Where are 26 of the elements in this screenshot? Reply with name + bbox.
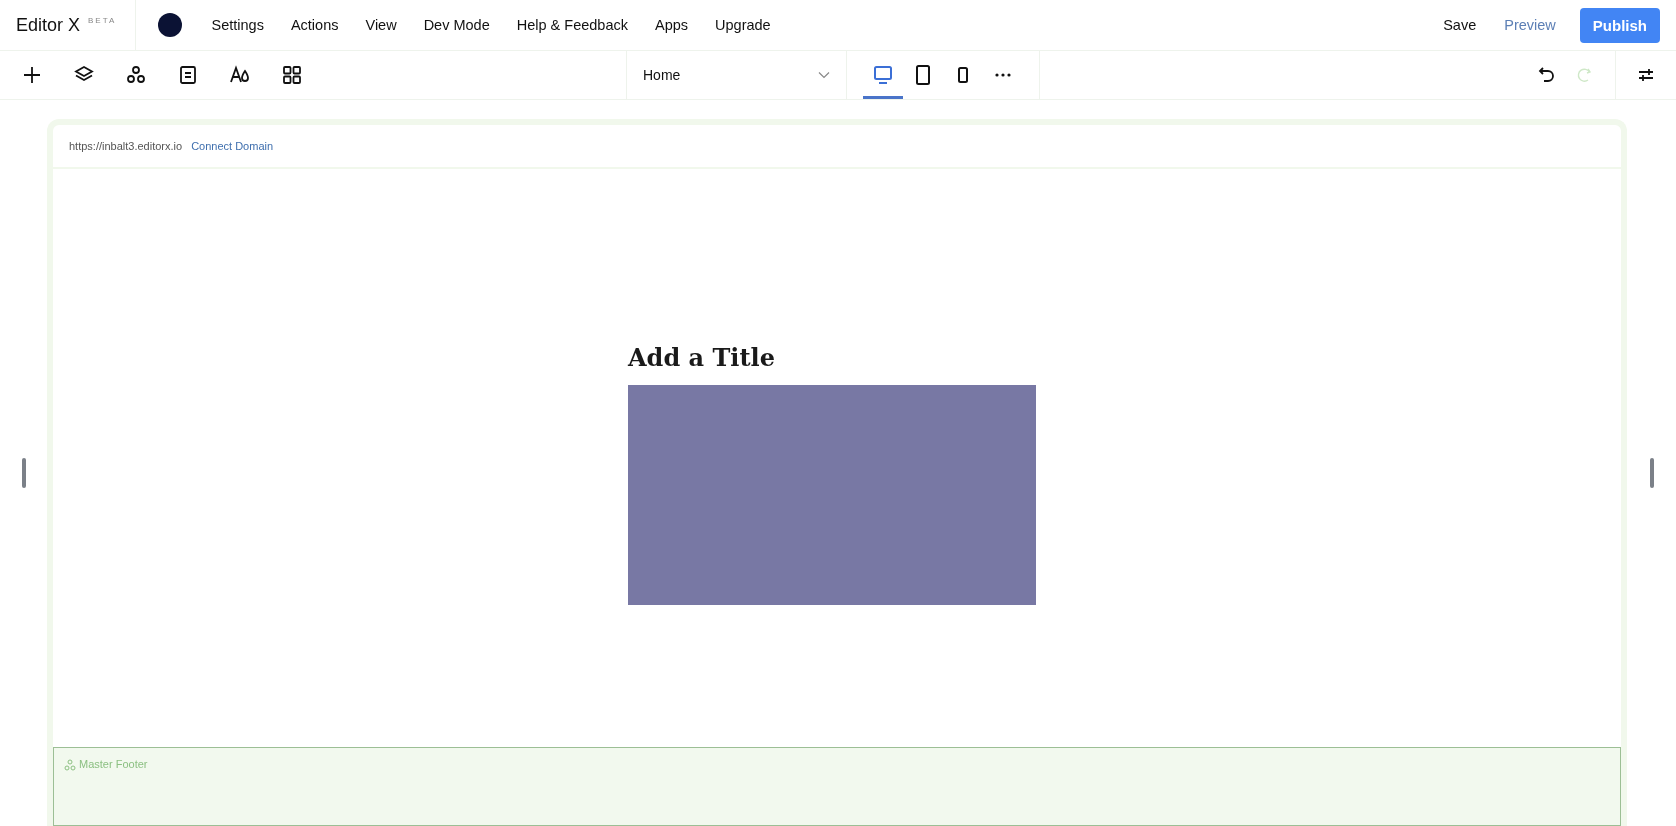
page-icon[interactable] [177,64,199,86]
footer-label: Master Footer [79,758,148,770]
chevron-down-icon [818,71,830,79]
preview-link[interactable]: Preview [1504,17,1556,33]
add-icon[interactable] [21,64,43,86]
editor-logo: Editor X [16,14,81,36]
nodes-icon[interactable] [125,64,147,86]
connect-domain-link[interactable]: Connect Domain [191,140,274,152]
menu-item[interactable]: Help & Feedback [503,17,642,33]
avatar[interactable] [158,13,182,37]
resize-handle[interactable] [1649,457,1654,488]
grid-icon[interactable] [281,64,303,86]
menu-item[interactable]: Apps [641,17,702,33]
resize-handle[interactable] [21,457,26,488]
page-dropdown[interactable]: Home [627,51,847,99]
menu-item[interactable]: Settings [198,17,278,33]
menu-item[interactable]: Upgrade [701,17,785,33]
beta-label: BETA [88,15,117,25]
save-link[interactable]: Save [1443,17,1477,33]
menu-item[interactable]: Actions [277,17,352,33]
site-url: https://inbalt3.editorx.io [69,140,183,152]
page-title[interactable]: Add a Title [628,343,1036,372]
nodes-icon [64,759,76,771]
publish-button[interactable]: Publish [1579,7,1660,43]
menu-item[interactable]: Dev Mode [410,17,504,33]
menu-item[interactable]: View [351,17,411,33]
